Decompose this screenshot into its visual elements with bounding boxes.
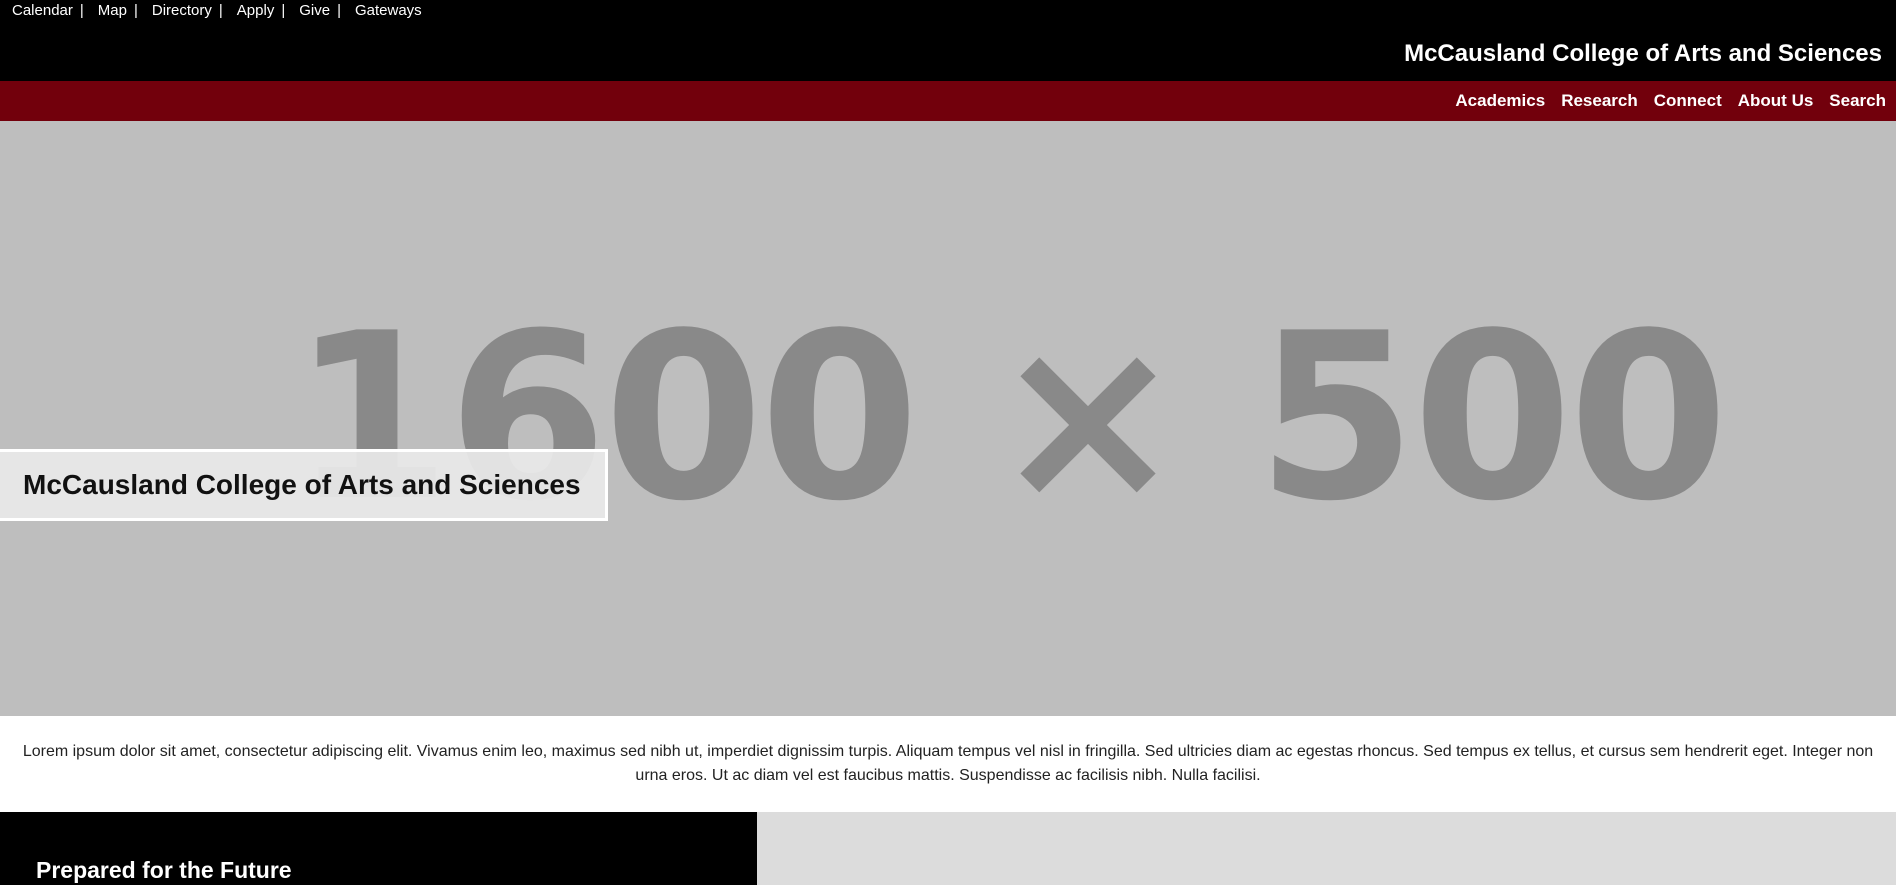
main-nav-items: Academics Research Connect About Us Sear…	[1439, 81, 1886, 121]
utility-link-gateways[interactable]: Gateways	[355, 2, 422, 19]
nav-item-search[interactable]: Search	[1829, 91, 1886, 111]
hero-banner: 1600 × 500 McCausland College of Arts an…	[0, 121, 1896, 716]
feature-heading: Prepared for the Future	[36, 857, 292, 883]
utility-separator: |	[79, 2, 84, 19]
site-title-link[interactable]: McCausland College of Arts and Sciences	[1404, 40, 1882, 68]
hero-caption-box: McCausland College of Arts and Sciences	[0, 449, 608, 521]
utility-link-give[interactable]: Give	[299, 2, 330, 19]
utility-separator: |	[281, 2, 286, 19]
utility-link-calendar[interactable]: Calendar	[12, 2, 73, 19]
intro-text: Lorem ipsum dolor sit amet, consectetur …	[22, 743, 1874, 784]
nav-item-about-us[interactable]: About Us	[1738, 91, 1814, 111]
utility-link-map[interactable]: Map	[98, 2, 127, 19]
utility-nav: Calendar | Map | Directory | Apply | Giv…	[12, 2, 422, 19]
hero-caption-title: McCausland College of Arts and Sciences	[23, 469, 581, 500]
utility-bar: Calendar | Map | Directory | Apply | Giv…	[0, 0, 1896, 81]
feature-panel-dark: Prepared for the Future	[0, 812, 757, 885]
feature-panel-light	[757, 812, 1896, 885]
nav-item-connect[interactable]: Connect	[1654, 91, 1722, 111]
nav-item-research[interactable]: Research	[1561, 91, 1638, 111]
utility-link-directory[interactable]: Directory	[152, 2, 212, 19]
main-nav: Academics Research Connect About Us Sear…	[0, 81, 1896, 121]
utility-link-apply[interactable]: Apply	[237, 2, 275, 19]
utility-separator: |	[337, 2, 341, 19]
utility-separator: |	[218, 2, 223, 19]
intro-section: Lorem ipsum dolor sit amet, consectetur …	[0, 716, 1896, 812]
utility-separator: |	[133, 2, 138, 19]
nav-item-academics[interactable]: Academics	[1455, 91, 1545, 111]
